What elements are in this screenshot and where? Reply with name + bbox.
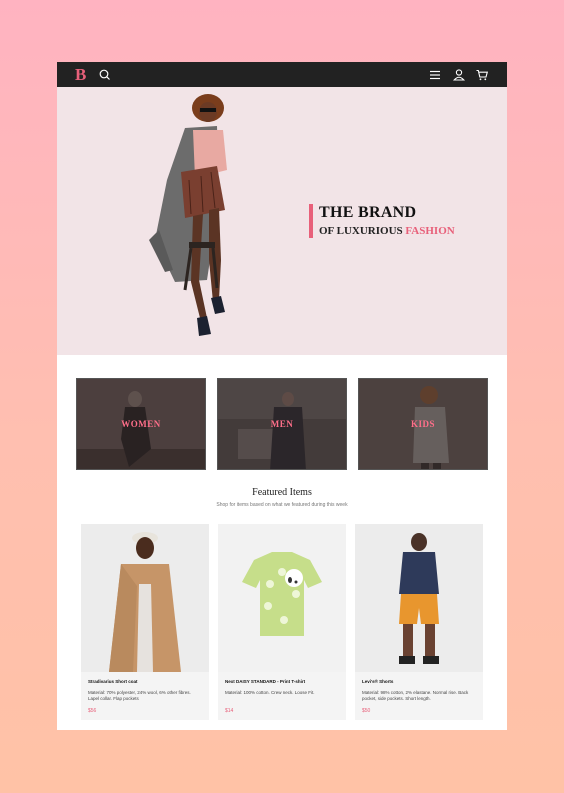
user-icon[interactable] xyxy=(452,68,466,82)
product-card[interactable]: Levi's® Shorts Material: 98% cotton, 2% … xyxy=(355,524,483,720)
hero-subtitle-accent: FASHION xyxy=(405,225,455,237)
product-description: Material: 100% cotton. Crew neck. Loose … xyxy=(225,690,315,695)
browser-window: B THE BRAND OF LUXURIOUS FASHION WOMEN M… xyxy=(57,62,507,730)
top-navbar: B xyxy=(57,62,507,87)
hero-banner: THE BRAND OF LUXURIOUS FASHION xyxy=(57,87,507,355)
product-grid: Stradivarius Short coat Material: 70% po… xyxy=(81,524,483,722)
category-tiles: WOMEN MEN KIDS xyxy=(76,378,488,470)
product-card[interactable]: Next DAISY STANDARD - Print T-shirt Mate… xyxy=(218,524,346,720)
brand-logo[interactable]: B xyxy=(75,65,86,85)
product-name[interactable]: Next DAISY STANDARD - Print T-shirt xyxy=(225,679,339,684)
product-card[interactable]: Stradivarius Short coat Material: 70% po… xyxy=(81,524,209,720)
category-men-label: MEN xyxy=(270,419,294,429)
hero-model-image xyxy=(149,94,227,336)
hero-subtitle: OF LUXURIOUS FASHION xyxy=(319,225,455,237)
featured-title: Featured Items xyxy=(252,487,312,498)
product-name[interactable]: Stradivarius Short coat xyxy=(88,679,202,684)
menu-icon[interactable] xyxy=(428,68,442,82)
product-description: Material: 70% polyester, 24% wool, 6% ot… xyxy=(88,690,191,701)
hero-title: THE BRAND xyxy=(319,204,417,221)
product-name[interactable]: Levi's® Shorts xyxy=(362,679,476,684)
category-men[interactable]: MEN xyxy=(217,378,347,470)
hero-accent-bar xyxy=(309,204,313,238)
category-women[interactable]: WOMEN xyxy=(76,378,206,470)
product-price: $56 xyxy=(88,708,97,714)
cart-icon[interactable] xyxy=(475,68,489,82)
product-price: $50 xyxy=(362,708,371,714)
product-image-coat xyxy=(81,524,209,672)
search-icon[interactable] xyxy=(98,68,112,82)
product-price: $14 xyxy=(225,708,234,714)
category-kids-label: KIDS xyxy=(410,419,435,429)
product-image-tshirt xyxy=(218,524,346,672)
category-women-label: WOMEN xyxy=(121,419,161,429)
product-description: Material: 98% cotton, 2% elastane. Norma… xyxy=(362,690,469,701)
product-image-shorts xyxy=(355,524,483,672)
featured-subtitle: Shop for items based on what we featured… xyxy=(216,502,348,508)
category-kids[interactable]: KIDS xyxy=(358,378,488,470)
hero-subtitle-prefix: OF LUXURIOUS xyxy=(319,225,406,237)
